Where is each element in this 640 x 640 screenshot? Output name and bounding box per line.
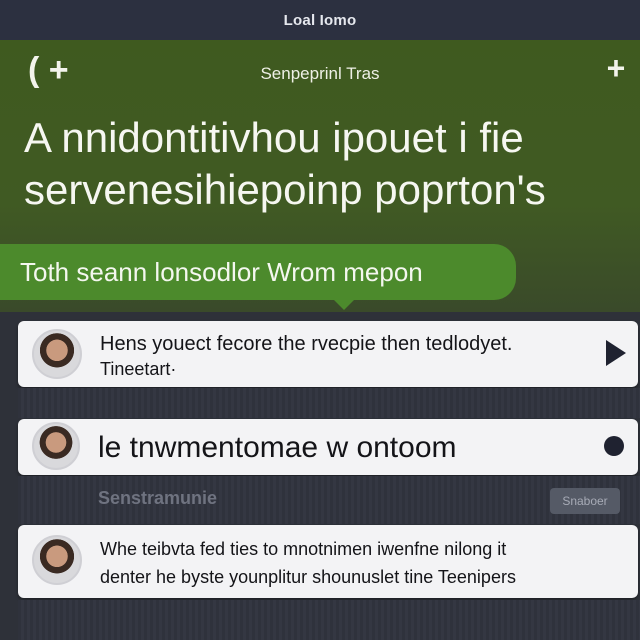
play-icon[interactable] bbox=[606, 340, 626, 366]
top-bar: Loal Iomo bbox=[0, 0, 640, 40]
avatar bbox=[32, 329, 82, 379]
avatar bbox=[32, 422, 80, 470]
action-strip: Senstramunie Snaboer bbox=[18, 476, 640, 524]
avatar bbox=[32, 535, 82, 585]
message-card[interactable]: Hens youect fecore the rvecpie then tedl… bbox=[18, 321, 638, 387]
message-subtext: Tineetart· bbox=[100, 359, 177, 379]
message-card[interactable]: Whe teibvta fed ties to mnotnimen iwenfn… bbox=[18, 525, 638, 598]
strip-label: Senstramunie bbox=[98, 488, 218, 508]
message-text: le tnwmentomae w ontoom bbox=[98, 431, 457, 464]
app-title: Loal Iomo bbox=[283, 11, 357, 29]
bottom-strip bbox=[18, 600, 640, 640]
highlight-pill-button[interactable]: Toth seann lonsodlor Wrom mepon bbox=[0, 244, 516, 300]
header-subtitle: Senpeprinl Tras bbox=[260, 64, 380, 83]
headline-line-2: servenesihiepoinp poprton's bbox=[24, 166, 546, 213]
dot-icon[interactable] bbox=[604, 436, 624, 456]
strip-action-button[interactable]: Snaboer bbox=[550, 488, 620, 514]
pill-pointer bbox=[330, 296, 358, 310]
message-subtext: denter he byste younplitur shounuslet ti… bbox=[100, 567, 516, 587]
message-card[interactable]: le tnwmentomae w ontoom bbox=[18, 419, 638, 475]
divider-strip bbox=[18, 388, 640, 418]
message-text: Hens youect fecore the rvecpie then tedl… bbox=[100, 333, 513, 355]
message-text: Whe teibvta fed ties to mnotnimen iwenfn… bbox=[100, 539, 507, 559]
page-headline: A nnidontitivhou ipouet i fie servenesih… bbox=[24, 112, 624, 216]
headline-line-1: A nnidontitivhou ipouet i fie bbox=[24, 114, 524, 161]
